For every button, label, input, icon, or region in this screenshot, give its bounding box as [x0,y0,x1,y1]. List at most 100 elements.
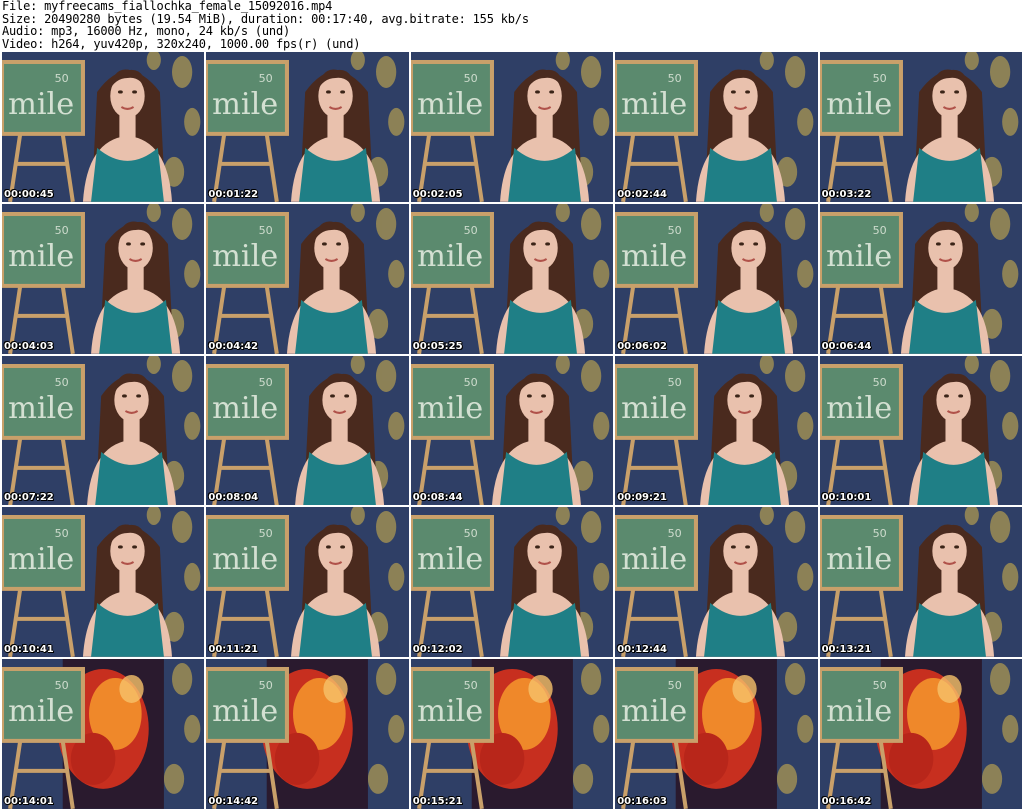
video-thumbnail: mile 50 00:11:21 [206,507,409,658]
thumbnail-timestamp: 00:06:02 [617,340,667,352]
video-thumbnail-empty-scene: mile 50 00:15:21 [410,659,614,809]
svg-text:50: 50 [259,376,273,389]
svg-text:mile: mile [621,542,687,577]
thumbnail-frame-image: mile 50 [819,203,1022,354]
thumbnail-frame-image: mile 50 [2,52,205,202]
thumbnail-frame-image: mile 50 [819,52,1022,202]
thumbnail-timestamp: 00:10:01 [821,492,872,504]
svg-text:mile: mile [621,391,687,426]
thumbnail-frame-image: mile 50 [206,52,409,202]
svg-text:mile: mile [8,391,74,426]
thumbnail-frame-image: mile 50 [615,659,818,809]
svg-text:mile: mile [8,542,74,577]
svg-text:50: 50 [668,72,682,85]
svg-text:mile: mile [417,391,483,426]
thumbnail-frame-image: mile 50 [819,355,1022,506]
thumbnail-frame-image: mile 50 [410,355,614,506]
file-name-line: File: myfreecams_fiallochka_female_15092… [2,0,333,13]
thumbnail-frame-image: mile 50 [2,659,205,809]
thumbnail-grid: mile 50 00:00:45 mile 50 00:01:22 mile 50 00:02:… [2,52,1022,809]
svg-text:mile: mile [212,542,278,577]
svg-text:50: 50 [668,679,682,692]
thumbnail-timestamp: 00:03:22 [821,188,872,200]
svg-text:mile: mile [417,239,483,274]
svg-text:mile: mile [8,239,74,274]
thumbnail-timestamp: 00:06:44 [821,340,872,352]
svg-text:50: 50 [55,224,69,237]
svg-text:mile: mile [826,87,892,122]
thumbnail-timestamp: 00:05:25 [412,340,463,352]
video-thumbnail: mile 50 00:05:25 [410,203,614,354]
file-info-header: File: myfreecams_fiallochka_female_15092… [2,0,1022,50]
thumbnail-frame-image: mile 50 [206,507,409,658]
svg-text:50: 50 [463,72,477,85]
svg-text:50: 50 [872,527,886,540]
thumbnail-frame-image: mile 50 [615,203,818,354]
svg-text:50: 50 [463,527,477,540]
video-thumbnail: mile 50 00:03:22 [819,52,1022,202]
svg-text:50: 50 [55,527,69,540]
svg-text:50: 50 [668,376,682,389]
thumbnail-frame-image: mile 50 [2,355,205,506]
svg-text:mile: mile [826,694,892,729]
video-thumbnail-empty-scene: mile 50 00:14:42 [206,659,409,809]
svg-text:50: 50 [259,527,273,540]
svg-text:mile: mile [621,239,687,274]
thumbnail-timestamp: 00:14:01 [4,796,54,807]
svg-text:50: 50 [668,224,682,237]
thumbnail-frame-image: mile 50 [206,659,409,809]
thumbnail-frame-image: mile 50 [410,203,614,354]
thumbnail-timestamp: 00:16:03 [617,796,667,807]
svg-text:50: 50 [872,224,886,237]
video-thumbnail: mile 50 00:10:41 [2,507,205,658]
video-thumbnail-empty-scene: mile 50 00:16:03 [615,659,818,809]
svg-text:mile: mile [212,391,278,426]
video-thumbnail: mile 50 00:04:03 [2,203,205,354]
svg-text:mile: mile [8,694,74,729]
video-thumbnail-empty-scene: mile 50 00:14:01 [2,659,205,809]
video-thumbnail: mile 50 00:00:45 [2,52,205,202]
thumbnail-timestamp: 00:10:41 [4,644,54,656]
svg-text:50: 50 [259,224,273,237]
thumbnail-frame-image: mile 50 [410,507,614,658]
svg-text:50: 50 [259,72,273,85]
svg-text:mile: mile [621,694,687,729]
video-thumbnail: mile 50 00:01:22 [206,52,409,202]
thumbnail-timestamp: 00:13:21 [821,644,872,656]
svg-text:50: 50 [872,376,886,389]
video-info-line: Video: h264, yuv420p, 320x240, 1000.00 f… [2,36,361,51]
svg-text:50: 50 [55,72,69,85]
thumbnail-timestamp: 00:09:21 [617,492,667,504]
thumbnail-frame-image: mile 50 [410,659,614,809]
thumbnail-frame-image: mile 50 [2,507,205,658]
video-thumbnail: mile 50 00:09:21 [615,355,818,506]
thumbnail-timestamp: 00:12:02 [412,644,463,656]
video-thumbnail: mile 50 00:04:42 [206,203,409,354]
svg-text:mile: mile [826,239,892,274]
svg-text:50: 50 [463,679,477,692]
thumbnail-frame-image: mile 50 [206,355,409,506]
video-thumbnail: mile 50 00:10:01 [819,355,1022,506]
svg-text:50: 50 [55,679,69,692]
thumbnail-timestamp: 00:12:44 [617,644,667,656]
video-thumbnail: mile 50 00:07:22 [2,355,205,506]
svg-text:mile: mile [826,542,892,577]
svg-text:50: 50 [872,679,886,692]
thumbnail-timestamp: 00:07:22 [4,492,54,504]
video-thumbnail: mile 50 00:02:05 [410,52,614,202]
svg-text:mile: mile [212,694,278,729]
video-thumbnail: mile 50 00:08:04 [206,355,409,506]
svg-text:50: 50 [872,72,886,85]
video-thumbnail: mile 50 00:06:02 [615,203,818,354]
thumbnail-timestamp: 00:15:21 [412,796,463,807]
thumbnail-timestamp: 00:04:42 [208,340,259,352]
thumbnail-frame-image: mile 50 [410,52,614,202]
svg-text:50: 50 [55,376,69,389]
video-thumbnail: mile 50 00:12:44 [615,507,818,658]
thumbnail-frame-image: mile 50 [2,203,205,354]
thumbnail-frame-image: mile 50 [615,355,818,506]
thumbnail-timestamp: 00:01:22 [208,188,259,200]
svg-text:50: 50 [259,679,273,692]
svg-text:50: 50 [668,527,682,540]
video-thumbnail: mile 50 00:06:44 [819,203,1022,354]
